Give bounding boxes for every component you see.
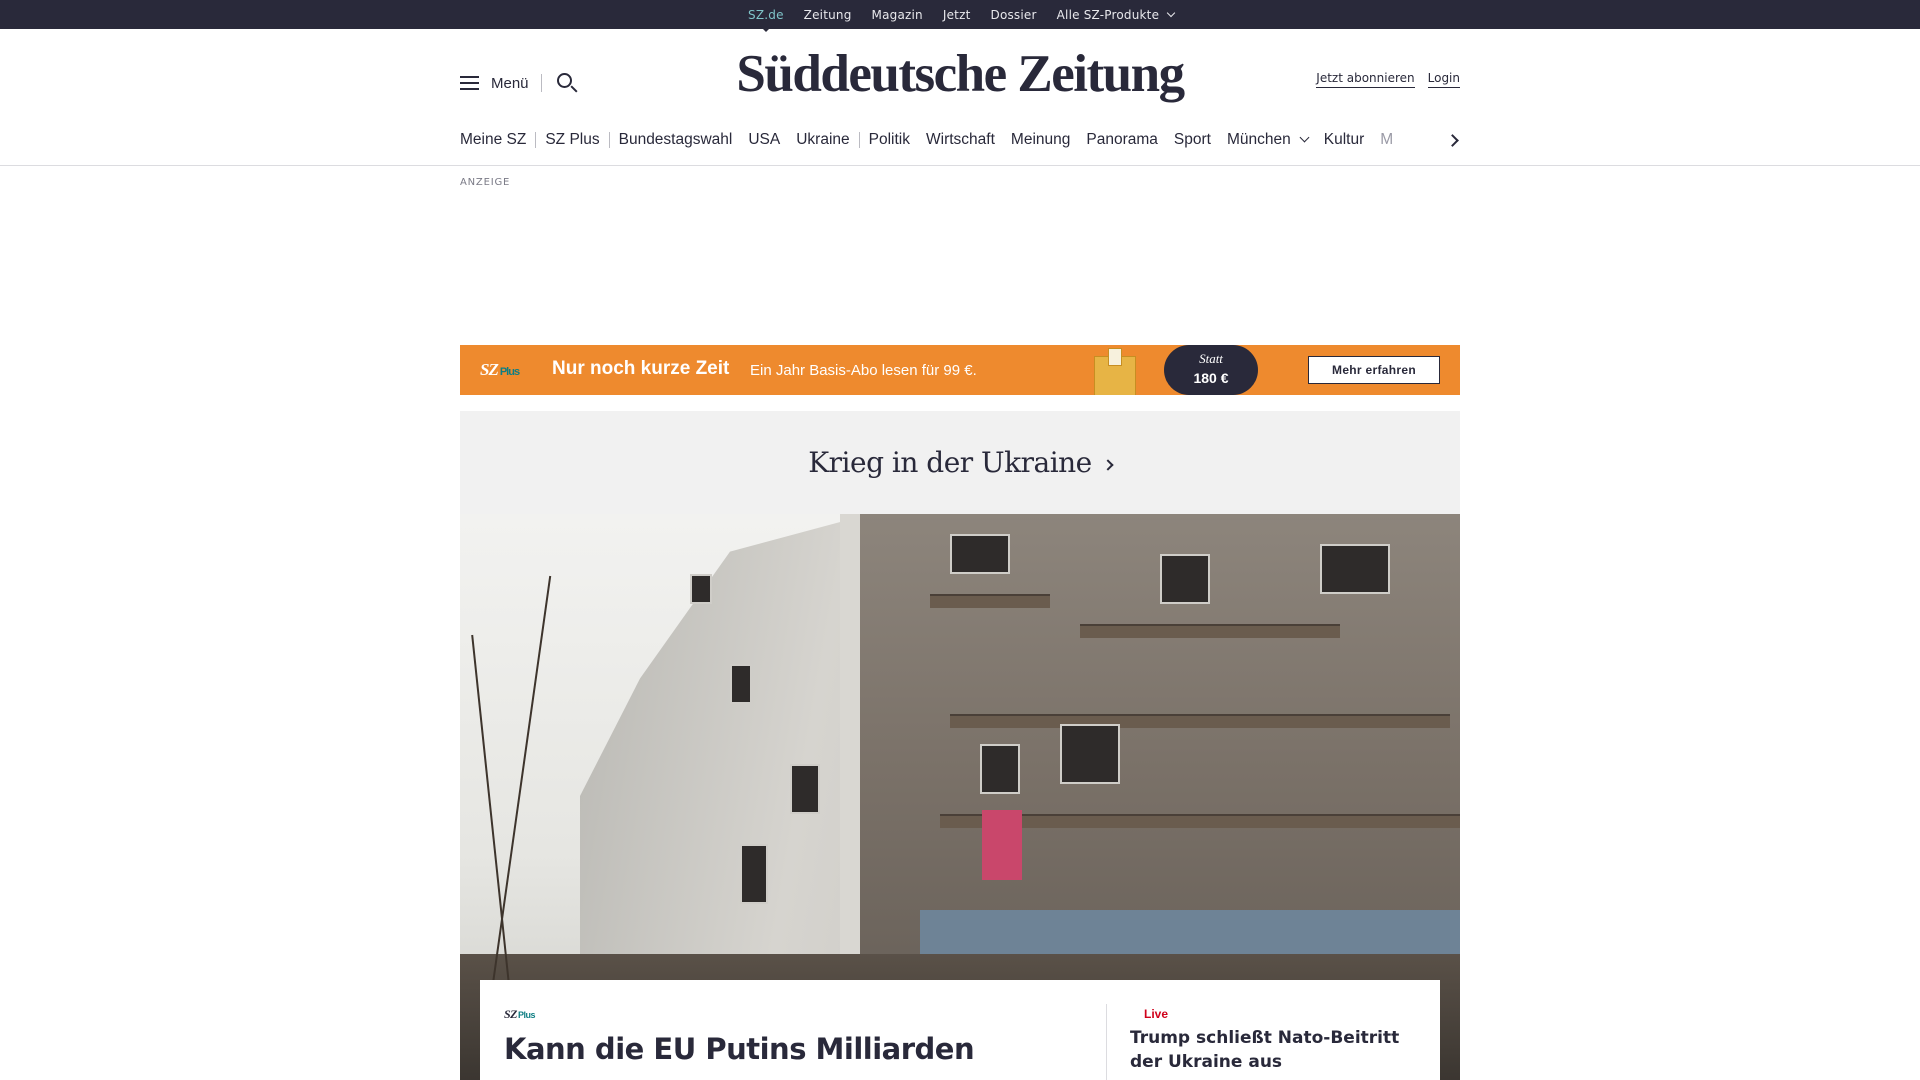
search-icon[interactable] xyxy=(556,72,578,94)
product-link-szde[interactable]: SZ.de xyxy=(748,8,784,32)
account-links: Jetzt abonnieren Login xyxy=(1316,71,1460,88)
more-info-button[interactable]: Mehr erfahren xyxy=(1308,356,1440,384)
menu-label: Menü xyxy=(491,74,529,92)
nav-divider xyxy=(535,132,537,148)
sz-plus-badge-suffix: Plus xyxy=(518,1010,536,1020)
topic-header[interactable]: Krieg in der Ukraine xyxy=(460,411,1460,514)
nav-item-wirtschaft[interactable]: Wirtschaft xyxy=(926,131,995,149)
site-header: Menü Süddeutsche Zeitung Jetzt abonniere… xyxy=(460,30,1460,135)
nav-item-muenchen-label: München xyxy=(1226,131,1291,148)
price-badge: Statt 180 € xyxy=(1164,345,1258,395)
teaser-headline[interactable]: Kann die EU Putins Milliarden xyxy=(504,1032,975,1066)
sz-plus-badge: SZPlus xyxy=(504,1007,536,1022)
top-product-bar: SZ.de Zeitung Magazin Jetzt Dossier Alle… xyxy=(0,0,1920,32)
product-link-all-label: Alle SZ-Produkte xyxy=(1056,7,1160,22)
nav-item-panorama[interactable]: Panorama xyxy=(1086,131,1158,149)
nav-item-kultur[interactable]: Kultur xyxy=(1324,131,1365,149)
nav-item-meine-sz[interactable]: Meine SZ xyxy=(460,131,526,149)
login-link[interactable]: Login xyxy=(1427,71,1460,88)
price-badge-value: 180 € xyxy=(1193,370,1229,386)
price-badge-label: Statt xyxy=(1199,351,1223,366)
teaser-divider xyxy=(1106,1004,1107,1080)
product-link-all[interactable]: Alle SZ-Produkte xyxy=(1056,7,1176,22)
sz-plus-badge-brand: SZ xyxy=(504,1007,518,1021)
sz-plus-logo: SZ Plus xyxy=(480,360,520,380)
chevron-down-icon xyxy=(1299,132,1310,142)
nav-item-usa[interactable]: USA xyxy=(748,131,780,149)
hamburger-icon xyxy=(460,76,479,90)
promo-subline: Ein Jahr Basis-Abo lesen für 99 €. xyxy=(750,362,977,379)
nav-divider-line xyxy=(0,165,1920,166)
nav-item-sport[interactable]: Sport xyxy=(1174,131,1211,149)
product-link-zeitung[interactable]: Zeitung xyxy=(804,8,852,22)
article-teaser[interactable]: SZPlus Kann die EU Putins Milliarden Liv… xyxy=(480,980,1440,1080)
topic-title: Krieg in der Ukraine xyxy=(808,446,1092,479)
product-links: SZ.de Zeitung Magazin Jetzt Dossier Alle… xyxy=(748,0,1176,32)
menu-button[interactable]: Menü xyxy=(460,72,578,94)
nav-item-meinung[interactable]: Meinung xyxy=(1011,131,1070,149)
nav-item-politik[interactable]: Politik xyxy=(869,131,910,149)
ballot-box-icon xyxy=(1094,348,1136,395)
nav-item-bundestagswahl[interactable]: Bundestagswahl xyxy=(619,131,733,149)
chevron-right-icon xyxy=(1102,458,1114,471)
sz-plus-suffix: Plus xyxy=(499,366,520,378)
live-badge: Live xyxy=(1144,1007,1169,1021)
ad-label: ANZEIGE xyxy=(460,177,511,188)
nav-divider xyxy=(858,132,860,148)
section-nav: Meine SZ SZ Plus Bundestagswahl USA Ukra… xyxy=(460,128,1460,152)
product-link-magazin[interactable]: Magazin xyxy=(872,8,923,22)
nav-item-more[interactable]: M xyxy=(1380,131,1393,149)
chevron-down-icon xyxy=(1166,8,1176,17)
nav-item-sz-plus[interactable]: SZ Plus xyxy=(545,131,599,149)
product-link-jetzt[interactable]: Jetzt xyxy=(943,8,971,22)
nav-divider xyxy=(608,132,610,148)
live-headline[interactable]: Trump schließt Nato-Beitritt der Ukraine… xyxy=(1130,1026,1430,1074)
nav-item-muenchen[interactable]: München xyxy=(1226,131,1310,149)
sz-plus-brand: SZ xyxy=(480,360,499,379)
site-logo[interactable]: Süddeutsche Zeitung xyxy=(722,44,1198,104)
promo-banner[interactable]: SZ Plus Nur noch kurze Zeit Ein Jahr Basi… xyxy=(460,345,1460,395)
nav-item-ukraine[interactable]: Ukraine xyxy=(796,131,849,149)
product-link-dossier[interactable]: Dossier xyxy=(991,8,1037,22)
subscribe-link[interactable]: Jetzt abonnieren xyxy=(1316,71,1415,88)
menu-divider xyxy=(540,74,542,92)
chevron-right-icon[interactable] xyxy=(1446,128,1462,152)
promo-headline: Nur noch kurze Zeit xyxy=(552,358,730,379)
